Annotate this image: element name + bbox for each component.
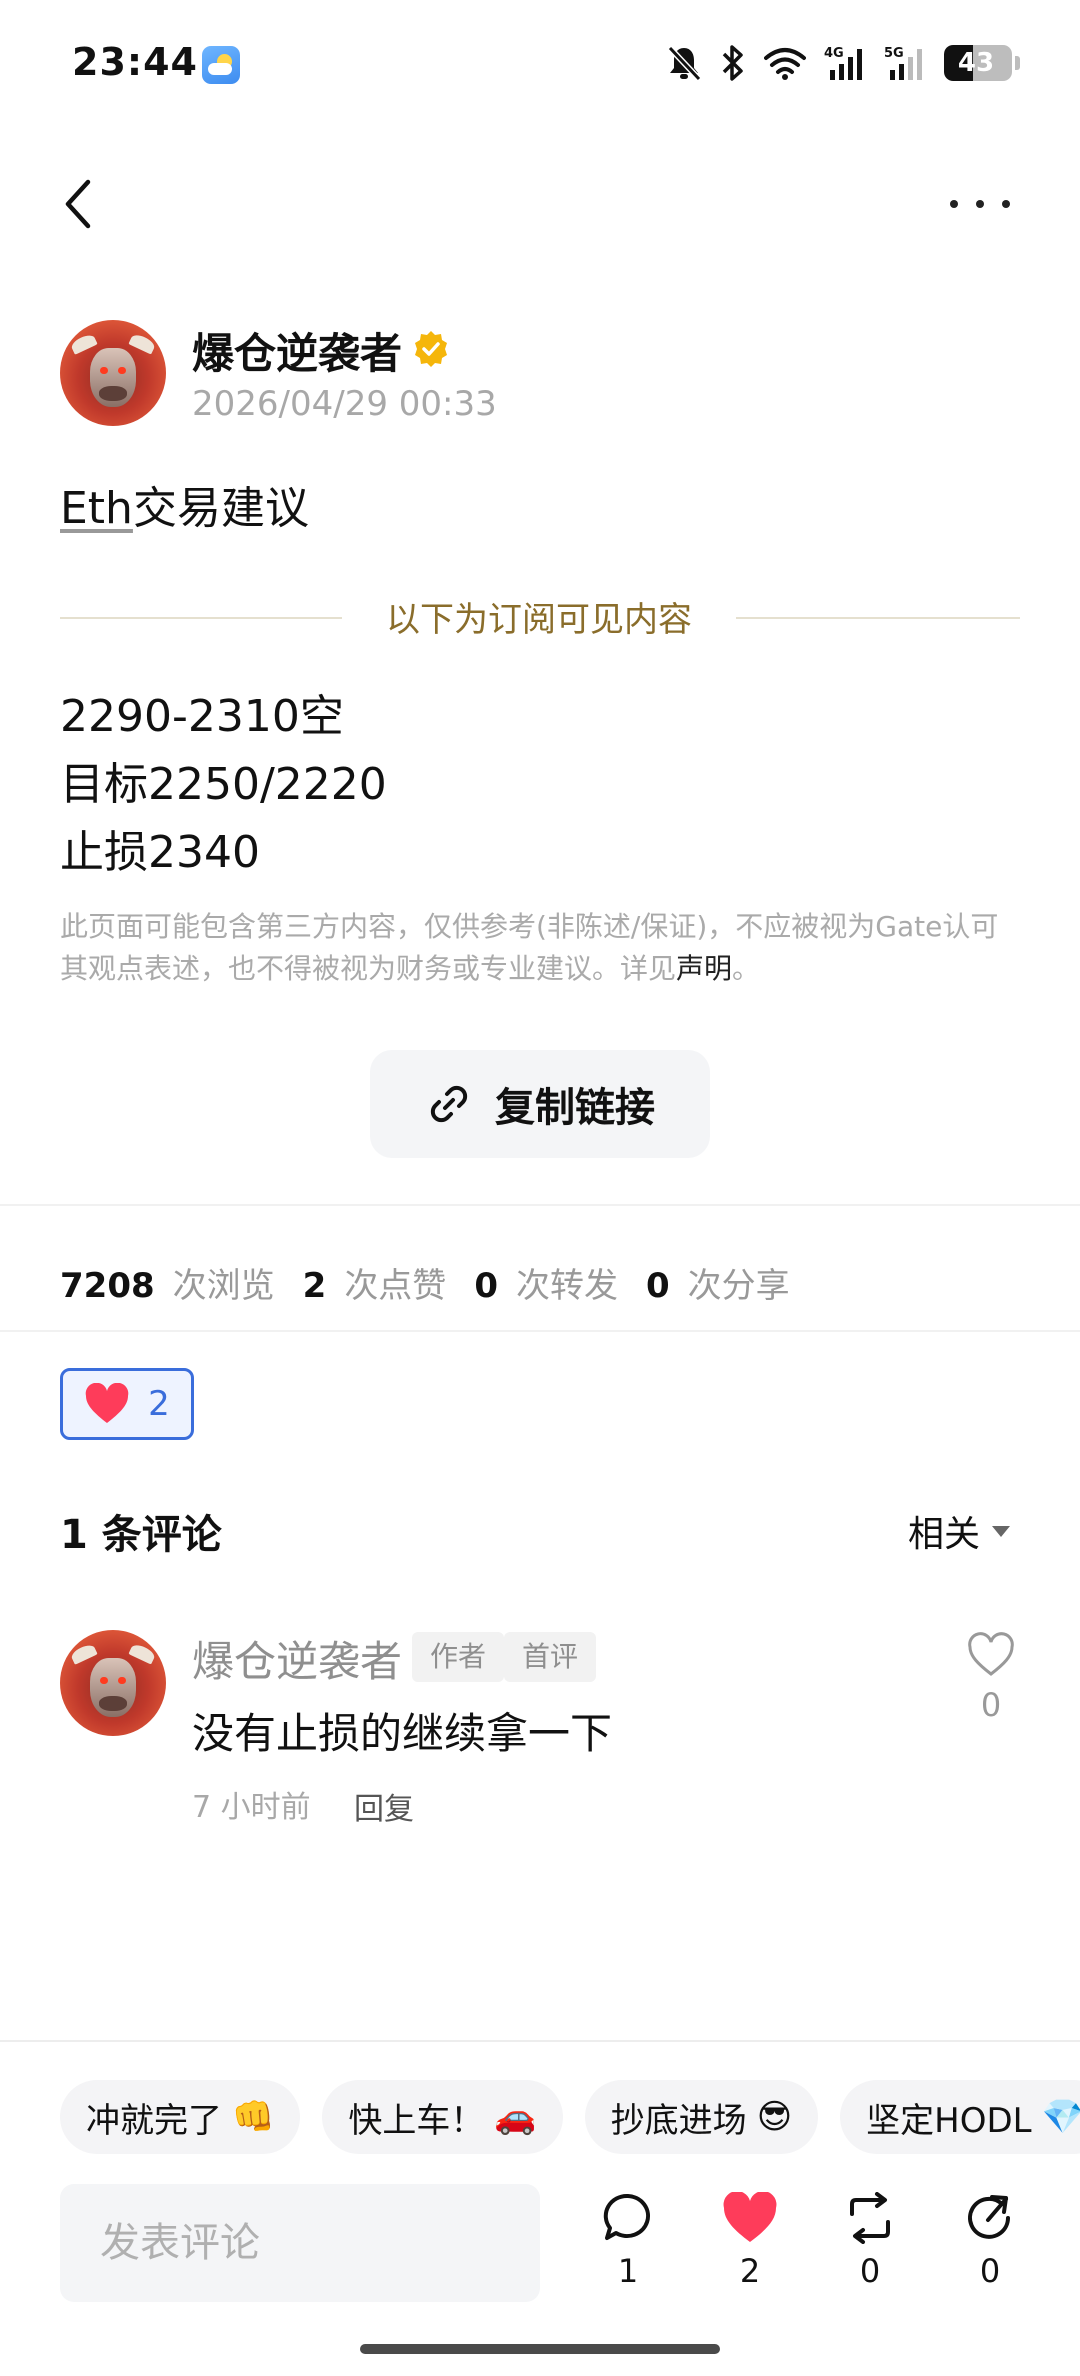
copy-link-button[interactable]: 复制链接 xyxy=(370,1050,710,1158)
heart-reaction-count: 2 xyxy=(148,1384,170,1424)
comment-sort-label: 相关 xyxy=(907,1514,980,1555)
views-label: 次浏览 xyxy=(172,1266,275,1306)
copy-link-label: 复制链接 xyxy=(495,1085,655,1131)
comment-time: 7 小时前 xyxy=(192,1790,311,1825)
heart-filled-icon xyxy=(723,2192,777,2242)
bluetooth-icon xyxy=(722,45,743,81)
repost-action[interactable]: 0 xyxy=(830,2192,910,2290)
sunglasses-emoji-icon: 😎 xyxy=(756,2097,793,2137)
likes-count: 2 xyxy=(302,1266,327,1306)
car-emoji-icon: 🚗 xyxy=(494,2097,537,2137)
content-line-stoploss: 止损2340 xyxy=(60,827,260,878)
battery-tip xyxy=(1015,56,1020,70)
svg-text:5G: 5G xyxy=(884,46,904,61)
home-indicator[interactable] xyxy=(360,2344,720,2354)
reposts-label: 次转发 xyxy=(515,1266,618,1306)
wifi-icon xyxy=(764,48,806,80)
heart-reaction-chip[interactable]: 2 xyxy=(60,1368,194,1440)
likes-label: 次点赞 xyxy=(344,1266,447,1306)
quick-reply-row: 冲就完了 👊 快上车！ 🚗 抄底进场 😎 坚定HODL 💎 xyxy=(60,2080,1080,2154)
post-title-ticker[interactable]: Eth xyxy=(60,483,133,534)
post-stats: 7208 次浏览 2 次点赞 0 次转发 0 次分享 xyxy=(60,1258,818,1307)
section-divider xyxy=(0,1330,1080,1332)
shares-label: 次分享 xyxy=(687,1266,790,1306)
share-icon xyxy=(968,2195,1010,2239)
fist-emoji-icon: 👊 xyxy=(232,2097,275,2137)
status-icons: 4G 5G 43 xyxy=(666,44,1020,82)
comment-avatar[interactable] xyxy=(60,1630,166,1736)
views-count: 7208 xyxy=(60,1266,155,1306)
comment-author-name[interactable]: 爆仓逆袭者 xyxy=(192,1628,402,1689)
mute-bell-icon xyxy=(667,45,702,82)
post-title-text: 交易建议 xyxy=(132,483,309,534)
repost-action-count: 0 xyxy=(859,2252,881,2290)
quick-reply-chip[interactable]: 冲就完了 👊 xyxy=(60,2080,301,2154)
repost-icon xyxy=(850,2192,890,2244)
comment-bubble-icon xyxy=(603,2193,651,2240)
share-action-count: 0 xyxy=(979,2252,1001,2290)
comment-like-heart-icon[interactable] xyxy=(966,1632,1016,1678)
disclaimer-statement-link[interactable]: 声明 xyxy=(676,952,732,985)
verified-badge-icon xyxy=(415,331,447,367)
back-arrow-icon[interactable] xyxy=(58,178,98,230)
disclaimer-end: 。 xyxy=(732,952,761,985)
comment-action[interactable]: 1 xyxy=(588,2192,668,2290)
like-action[interactable]: 2 xyxy=(710,2192,790,2290)
author-avatar[interactable] xyxy=(60,320,166,426)
subscription-label: 以下为订阅可见内容 xyxy=(386,600,692,640)
disclaimer-text: 此页面可能包含第三方内容，仅供参考(非陈述/保证)，不应被视为Gate认可其观点… xyxy=(60,910,999,985)
gem-emoji-icon: 💎 xyxy=(1041,2097,1080,2137)
comment-like-count: 0 xyxy=(980,1686,1002,1724)
battery-indicator: 43 xyxy=(944,45,1012,81)
quick-reply-text: 冲就完了 xyxy=(86,2100,222,2141)
post-detail-page: 23:44 4G 5G 43 爆仓逆袭者 2026/04/29 00:33 Et… xyxy=(0,0,1080,2376)
comment-text: 没有止损的继续拿一下 xyxy=(192,1709,613,1758)
content-line-entry: 2290-2310空 xyxy=(60,691,344,742)
bottom-bar-divider xyxy=(0,2040,1080,2042)
comment-sort-dropdown[interactable]: 相关 xyxy=(908,1505,1010,1557)
quick-reply-text: 抄底进场 xyxy=(610,2100,747,2141)
section-divider xyxy=(0,1204,1080,1206)
disclaimer: 此页面可能包含第三方内容，仅供参考(非陈述/保证)，不应被视为Gate认可其观点… xyxy=(60,906,1022,990)
status-time: 23:44 xyxy=(72,40,198,84)
author-tag: 作者 xyxy=(412,1632,505,1682)
battery-level: 43 xyxy=(957,48,995,78)
svg-text:4G: 4G xyxy=(824,46,844,61)
post-title: Eth交易建议 xyxy=(60,472,309,536)
quick-reply-text: 快上车！ xyxy=(348,2100,485,2141)
signal-4g-icon: 4G xyxy=(824,46,862,80)
like-action-count: 2 xyxy=(739,2252,761,2290)
reposts-count: 0 xyxy=(474,1266,498,1306)
content-line-target: 目标2250/2220 xyxy=(60,759,387,810)
chevron-down-icon xyxy=(992,1525,1010,1537)
link-icon xyxy=(430,1085,468,1123)
first-comment-tag: 首评 xyxy=(504,1632,597,1682)
author-name[interactable]: 爆仓逆袭者 xyxy=(192,320,402,381)
subscription-divider-left xyxy=(60,617,342,619)
status-bar: 23:44 4G 5G 43 xyxy=(0,0,1080,130)
quick-reply-chip[interactable]: 快上车！ 🚗 xyxy=(322,2080,563,2154)
quick-reply-chip[interactable]: 坚定HODL 💎 xyxy=(840,2080,1080,2154)
heart-icon xyxy=(85,1383,129,1423)
share-action[interactable]: 0 xyxy=(950,2192,1030,2290)
post-timestamp: 2026/04/29 00:33 xyxy=(192,384,497,424)
signal-5g-icon: 5G xyxy=(884,46,922,80)
weather-icon xyxy=(202,46,240,84)
comment-input[interactable] xyxy=(60,2184,540,2302)
comment-reply-button[interactable]: 回复 xyxy=(354,1784,414,1828)
shares-count: 0 xyxy=(645,1266,670,1306)
quick-reply-text: 坚定HODL xyxy=(866,2100,1032,2141)
more-options-icon[interactable] xyxy=(950,198,1010,210)
subscription-divider-right xyxy=(736,617,1020,619)
comments-count-title: 1 条评论 xyxy=(60,1512,222,1558)
quick-reply-chip[interactable]: 抄底进场 😎 xyxy=(584,2080,819,2154)
comment-action-count: 1 xyxy=(617,2252,639,2290)
